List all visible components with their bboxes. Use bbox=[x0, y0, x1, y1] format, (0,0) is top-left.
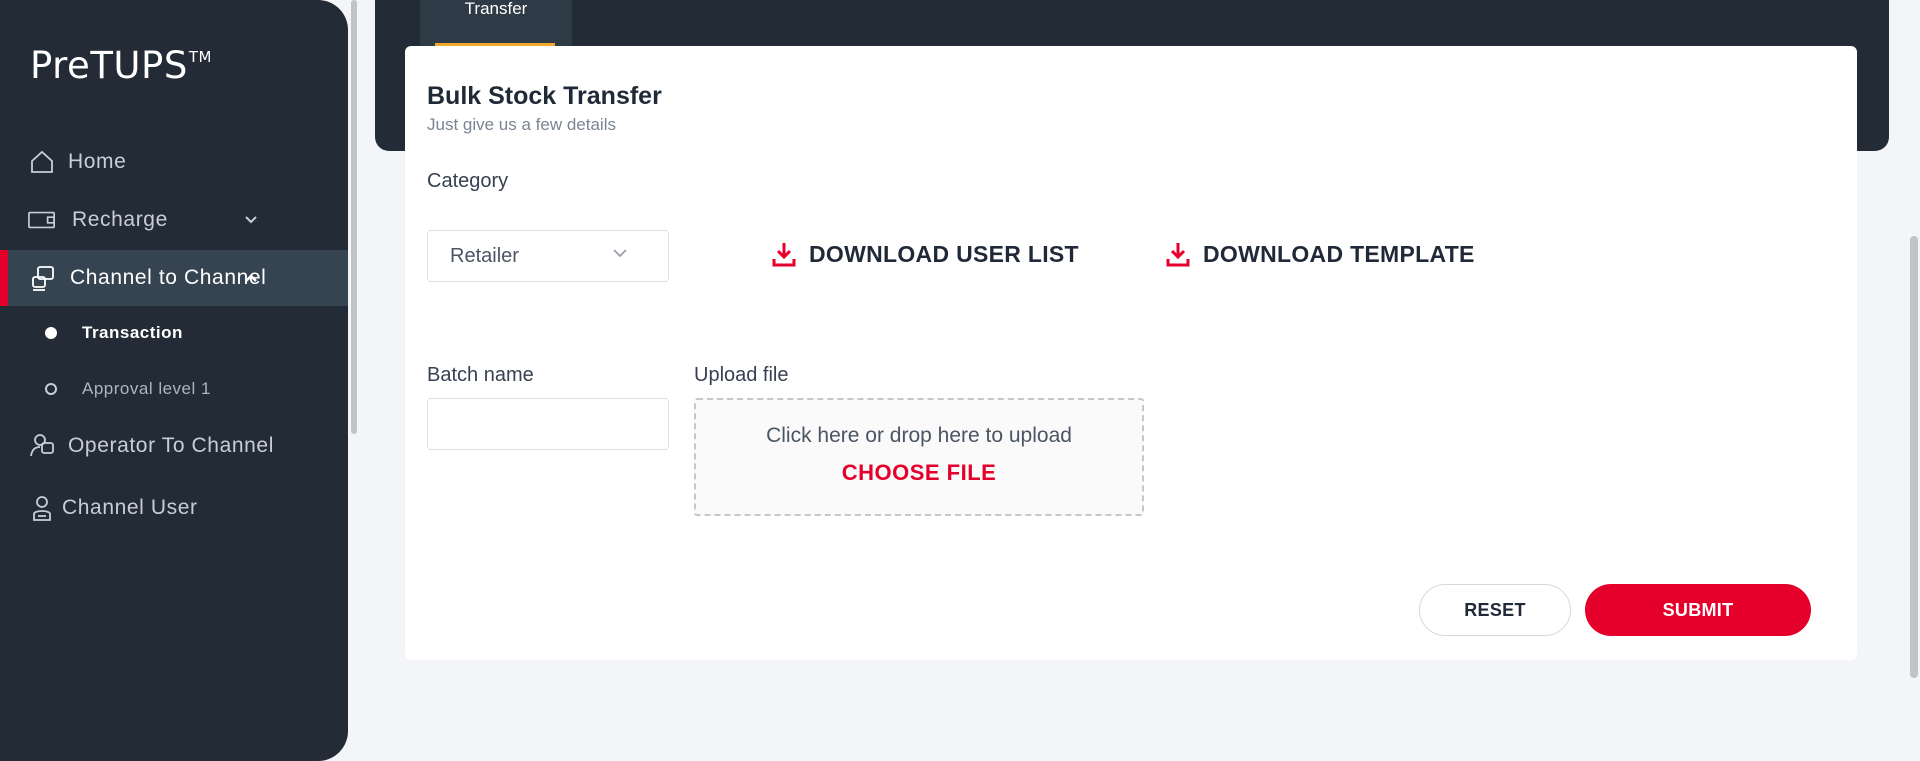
transfer-icon bbox=[30, 264, 58, 292]
operator-icon bbox=[28, 432, 56, 460]
category-selected-value: Retailer bbox=[450, 244, 519, 267]
wallet-icon bbox=[28, 206, 56, 234]
user-icon bbox=[28, 494, 56, 522]
download-user-list-link[interactable]: DOWNLOAD USER LIST bbox=[771, 231, 1079, 277]
batch-name-input[interactable] bbox=[427, 398, 669, 450]
chevron-down-icon bbox=[612, 245, 628, 261]
file-dropzone[interactable]: Click here or drop here to upload CHOOSE… bbox=[694, 398, 1144, 516]
download-icon bbox=[1166, 243, 1190, 267]
sidebar-item-home[interactable]: Home bbox=[0, 136, 348, 188]
sidebar-item-label: Home bbox=[68, 150, 127, 173]
sidebar: PreTUPSTM Home Recharge Channel to Chann… bbox=[0, 0, 348, 761]
category-label: Category bbox=[427, 170, 509, 192]
sidebar-item-channel-user[interactable]: Channel User bbox=[0, 482, 348, 534]
sidebar-subitem-label: Transaction bbox=[82, 323, 183, 342]
download-icon bbox=[772, 243, 796, 267]
page-title: Bulk Stock Transfer bbox=[427, 82, 662, 110]
tab-transfer[interactable]: Transfer bbox=[420, 0, 572, 46]
sidebar-subitem-transaction[interactable]: Transaction bbox=[0, 313, 348, 353]
download-user-list-label: DOWNLOAD USER LIST bbox=[809, 240, 1079, 267]
page-scrollbar[interactable] bbox=[1910, 236, 1918, 678]
sidebar-scrollbar[interactable] bbox=[351, 0, 357, 434]
page-subtitle: Just give us a few details bbox=[427, 115, 616, 134]
sidebar-item-label: Channel to Channel bbox=[70, 266, 267, 289]
sidebar-item-channel-to-channel[interactable]: Channel to Channel bbox=[0, 250, 348, 306]
brand-logo[interactable]: PreTUPSTM bbox=[30, 44, 212, 87]
chevron-down-icon bbox=[244, 212, 258, 228]
upload-file-label: Upload file bbox=[694, 364, 789, 386]
sidebar-subitem-label: Approval level 1 bbox=[82, 379, 211, 398]
download-template-label: DOWNLOAD TEMPLATE bbox=[1203, 240, 1475, 267]
sidebar-item-label: Operator To Channel bbox=[68, 434, 274, 457]
sidebar-item-label: Channel User bbox=[62, 496, 198, 519]
home-icon bbox=[28, 148, 56, 176]
sidebar-subitem-approval-level-1[interactable]: Approval level 1 bbox=[0, 369, 348, 409]
sidebar-item-operator-to-channel[interactable]: Operator To Channel bbox=[0, 420, 348, 472]
choose-file-button[interactable]: CHOOSE FILE bbox=[696, 460, 1142, 486]
bullet-filled-icon bbox=[45, 327, 57, 339]
upload-hint: Click here or drop here to upload bbox=[766, 424, 1072, 447]
reset-button[interactable]: RESET bbox=[1419, 584, 1571, 636]
sidebar-item-label: Recharge bbox=[72, 208, 168, 231]
chevron-up-icon bbox=[244, 270, 258, 286]
batch-name-label: Batch name bbox=[427, 364, 534, 386]
category-select[interactable]: Retailer bbox=[427, 230, 669, 282]
bulk-stock-transfer-card: Bulk Stock Transfer Just give us a few d… bbox=[405, 46, 1857, 660]
submit-button[interactable]: SUBMIT bbox=[1585, 584, 1811, 636]
bullet-outline-icon bbox=[45, 383, 57, 395]
download-template-link[interactable]: DOWNLOAD TEMPLATE bbox=[1165, 231, 1475, 277]
sidebar-item-recharge[interactable]: Recharge bbox=[0, 194, 348, 246]
